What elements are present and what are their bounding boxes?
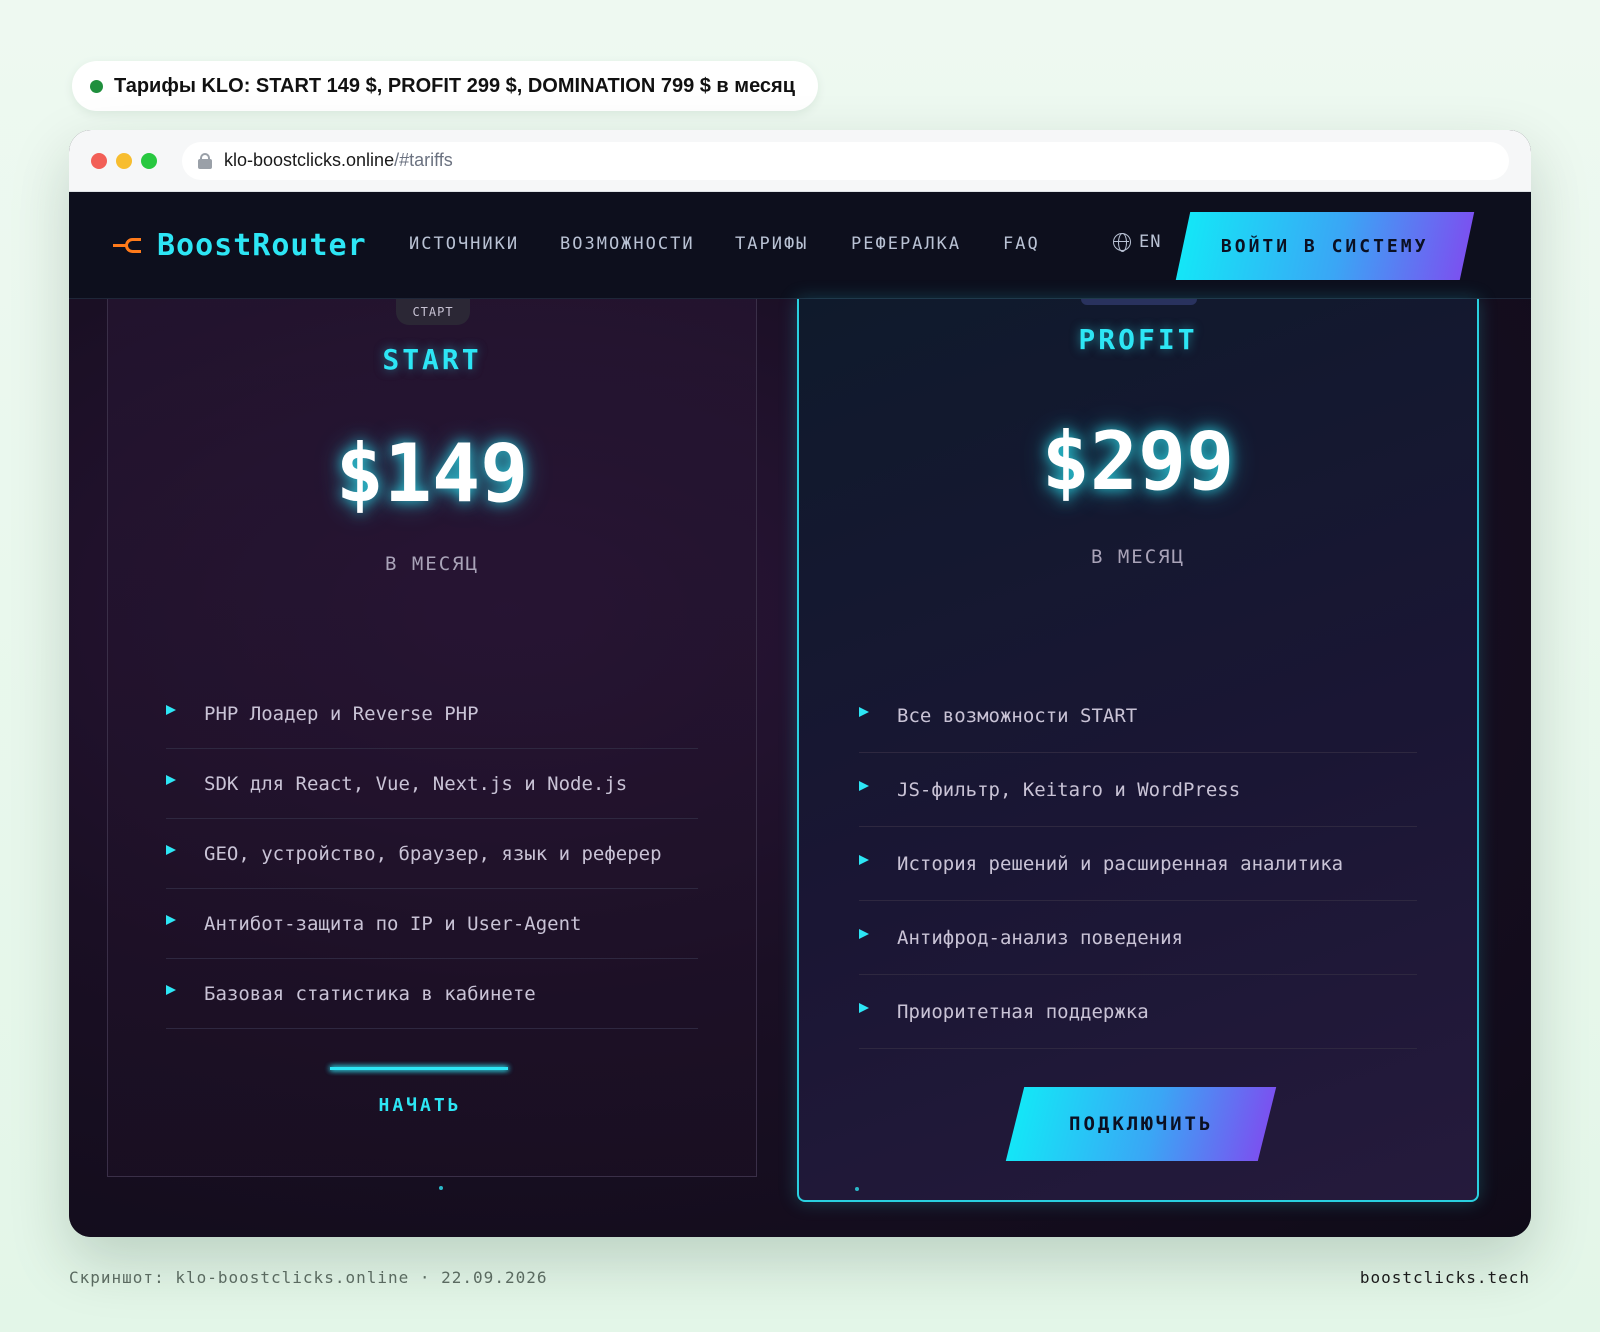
feature-text: GEO, устройство, браузер, язык и реферер [204, 842, 662, 865]
bullet-arrow-icon [859, 706, 869, 717]
feature-text: Приоритетная поддержка [897, 1000, 1149, 1023]
caption-pill: Тарифы KLO: START 149 $, PROFIT 299 $, D… [72, 61, 818, 111]
bullet-arrow-icon [166, 704, 176, 715]
nav-link-features[interactable]: ВОЗМОЖНОСТИ [560, 234, 695, 254]
globe-icon [1113, 233, 1131, 252]
bullet-arrow-icon [166, 844, 176, 855]
feature-item: GEO, устройство, браузер, язык и реферер [166, 819, 698, 889]
feature-item: Все возможности START [859, 679, 1417, 753]
nav-link-referral[interactable]: РЕФЕРАЛКА [851, 234, 961, 254]
decor-dot [439, 1186, 443, 1190]
feature-text: Антифрод-анализ поведения [897, 926, 1183, 949]
minimize-window-button[interactable] [116, 152, 132, 169]
bullet-arrow-icon [859, 780, 869, 791]
feature-item: PHP Лоадер и Reverse PHP [166, 679, 698, 749]
source-domain: boostclicks.tech [1359, 1268, 1530, 1287]
url-domain: klo-boostclicks.online [224, 150, 395, 170]
feature-text: Все возможности START [897, 704, 1138, 727]
feature-text: JS-фильтр, Keitaro и WordPress [897, 778, 1241, 801]
router-logo-icon [113, 234, 143, 258]
plan-price: $149 [335, 427, 529, 520]
plan-card-profit: PROFIT $299 В МЕСЯЦ Все возможности STAR… [797, 299, 1479, 1202]
browser-chrome: klo-boostclicks.online/#tariffs [69, 130, 1531, 192]
feature-text: Антибот-защита по IP и User-Agent [204, 912, 582, 935]
start-plan-button[interactable]: НАЧАТЬ [330, 1067, 510, 1143]
brand-logo[interactable]: BoostRouter [113, 228, 367, 263]
feature-text: История решений и расширенная аналитика [897, 852, 1344, 875]
bullet-arrow-icon [166, 914, 176, 925]
decor-dot [855, 1187, 859, 1191]
start-plan-button-label: НАЧАТЬ [378, 1094, 462, 1116]
address-bar[interactable]: klo-boostclicks.online/#tariffs [182, 141, 1509, 180]
plan-period: В МЕСЯЦ [384, 553, 480, 575]
caption-text: Тарифы KLO: START 149 $, PROFIT 299 $, D… [114, 74, 796, 97]
top-nav: BoostRouter ИСТОЧНИКИ ВОЗМОЖНОСТИ ТАРИФЫ… [69, 192, 1531, 299]
plan-name: START [382, 343, 482, 376]
login-button[interactable]: ВОЙТИ В СИСТЕМУ [1175, 212, 1475, 280]
feature-item: Антифрод-анализ поведения [859, 901, 1417, 975]
browser-window: klo-boostclicks.online/#tariffs BoostRou… [69, 130, 1531, 1237]
feature-text: PHP Лоадер и Reverse PHP [204, 702, 479, 725]
bullet-arrow-icon [166, 774, 176, 785]
screenshot-caption: Скриншот: klo-boostclicks.online · 22.09… [69, 1268, 548, 1287]
status-dot-icon [90, 79, 103, 93]
plan-badge-tab [1081, 299, 1197, 305]
nav-link-faq[interactable]: FAQ [1003, 234, 1040, 254]
feature-item: Приоритетная поддержка [859, 975, 1417, 1049]
bullet-arrow-icon [166, 984, 176, 995]
page-content: BoostRouter ИСТОЧНИКИ ВОЗМОЖНОСТИ ТАРИФЫ… [69, 192, 1531, 1237]
profit-plan-button[interactable]: ПОДКЛЮЧИТЬ [1005, 1087, 1277, 1161]
bullet-arrow-icon [859, 928, 869, 939]
plan-name: PROFIT [1078, 323, 1198, 356]
profit-plan-button-label: ПОДКЛЮЧИТЬ [1068, 1113, 1214, 1135]
feature-text: Базовая статистика в кабинете [204, 982, 536, 1005]
close-window-button[interactable] [91, 152, 107, 169]
bullet-arrow-icon [859, 854, 869, 865]
plan-price: $299 [1041, 415, 1235, 508]
feature-item: Базовая статистика в кабинете [166, 959, 698, 1029]
bullet-arrow-icon [859, 1002, 869, 1013]
login-button-label: ВОЙТИ В СИСТЕМУ [1221, 235, 1429, 257]
url-path: /#tariffs [394, 150, 453, 170]
plan-period: В МЕСЯЦ [1090, 546, 1186, 568]
language-label: EN [1139, 232, 1162, 252]
plan-card-start: СТАРТ START $149 В МЕСЯЦ PHP Лоадер и Re… [107, 299, 757, 1190]
maximize-window-button[interactable] [141, 152, 157, 169]
brand-name: BoostRouter [157, 228, 367, 263]
language-switch[interactable]: EN [1113, 232, 1161, 252]
lock-icon [198, 152, 212, 169]
feature-item: Антибот-защита по IP и User-Agent [166, 889, 698, 959]
feature-item: JS-фильтр, Keitaro и WordPress [859, 753, 1417, 827]
nav-link-tariffs[interactable]: ТАРИФЫ [735, 234, 808, 254]
plan-badge: СТАРТ [396, 299, 470, 325]
nav-link-sources[interactable]: ИСТОЧНИКИ [409, 234, 519, 254]
feature-item: SDK для React, Vue, Next.js и Node.js [166, 749, 698, 819]
feature-text: SDK для React, Vue, Next.js и Node.js [204, 772, 628, 795]
feature-item: История решений и расширенная аналитика [859, 827, 1417, 901]
